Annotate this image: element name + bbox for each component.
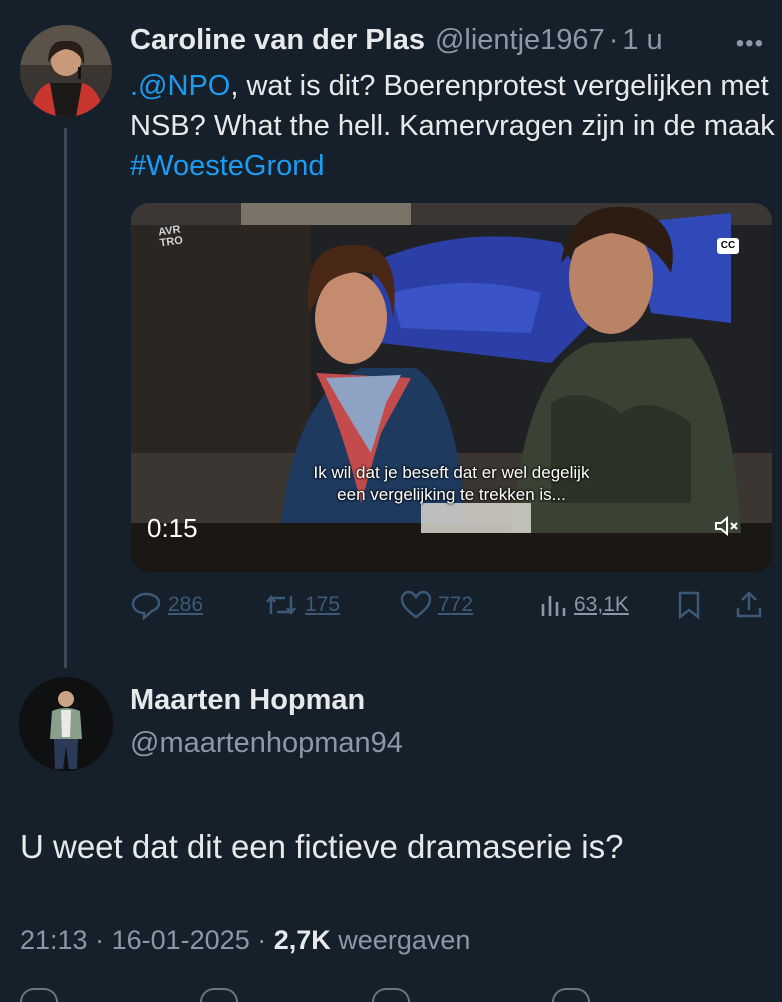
like-button[interactable]: 772 bbox=[400, 590, 473, 620]
repost-icon bbox=[266, 595, 296, 615]
like-count: 772 bbox=[438, 593, 474, 616]
reply-button[interactable]: 286 bbox=[130, 590, 203, 620]
view-count: 63,1K bbox=[574, 593, 629, 616]
avatar-caroline[interactable] bbox=[20, 25, 112, 117]
tweet-text: .@NPO, wat is dit? Boerenprotest vergeli… bbox=[130, 66, 775, 186]
author-name[interactable]: Caroline van der Plas bbox=[130, 24, 425, 57]
avatar-maarten[interactable] bbox=[19, 677, 113, 771]
separator-dot: · bbox=[95, 925, 112, 955]
tweet-metadata: 21:13 · 16-01-2025 · 2,7K weergaven bbox=[20, 925, 470, 956]
tweet-header: Caroline van der Plas @lientje1967 · 1 u bbox=[130, 18, 770, 62]
more-horizontal-icon[interactable]: ••• bbox=[736, 30, 764, 58]
broadcaster-logo: AVR TRO bbox=[157, 224, 183, 250]
share-icon bbox=[736, 591, 762, 618]
muted-speaker-icon[interactable] bbox=[714, 515, 740, 542]
repost-button[interactable]: 175 bbox=[263, 590, 340, 620]
reply-count: 286 bbox=[168, 593, 204, 616]
reply-text: U weet dat dit een fictieve dramaserie i… bbox=[20, 828, 624, 865]
tweet-time[interactable]: 1 u bbox=[622, 24, 662, 57]
video-player[interactable]: AVR TRO CC Ik wil dat je beseft dat er we… bbox=[131, 203, 772, 572]
bookmark-button[interactable] bbox=[676, 590, 702, 620]
reply-icon bbox=[131, 592, 161, 620]
video-duration: 0:15 bbox=[147, 513, 198, 543]
mention-link[interactable]: .@NPO bbox=[130, 70, 230, 102]
heart-icon bbox=[400, 590, 432, 619]
subtitle-line-1: Ik wil dat je beseft dat er wel degelijk bbox=[313, 463, 590, 482]
reply-author-name[interactable]: Maarten Hopman bbox=[130, 684, 365, 717]
closed-captions-button[interactable]: CC bbox=[717, 238, 739, 254]
tweet-action-bar: 286 175 772 63,1K bbox=[130, 590, 770, 626]
hashtag-link[interactable]: #WoesteGrond bbox=[130, 150, 325, 182]
tweet-timestamp[interactable]: 21:13 bbox=[20, 925, 88, 955]
analytics-icon bbox=[541, 596, 566, 616]
views-label: weergaven bbox=[338, 925, 471, 955]
views-button[interactable]: 63,1K bbox=[538, 590, 629, 620]
bookmark-icon bbox=[678, 591, 700, 620]
thread-connector-line bbox=[64, 128, 67, 668]
repost-count: 175 bbox=[305, 593, 341, 616]
subtitle-line-2: een vergelijking te trekken is... bbox=[337, 485, 566, 504]
views-count: 2,7K bbox=[273, 925, 331, 955]
share-button[interactable] bbox=[734, 590, 764, 620]
author-handle[interactable]: @lientje1967 bbox=[435, 24, 605, 57]
separator-dot: · bbox=[608, 23, 619, 56]
separator-dot: · bbox=[257, 925, 274, 955]
video-frame bbox=[131, 203, 772, 572]
tweet-date[interactable]: 16-01-2025 bbox=[112, 925, 250, 955]
bottom-action-bar-cutoff bbox=[0, 988, 782, 1002]
reply-author-handle[interactable]: @maartenhopman94 bbox=[130, 727, 403, 760]
